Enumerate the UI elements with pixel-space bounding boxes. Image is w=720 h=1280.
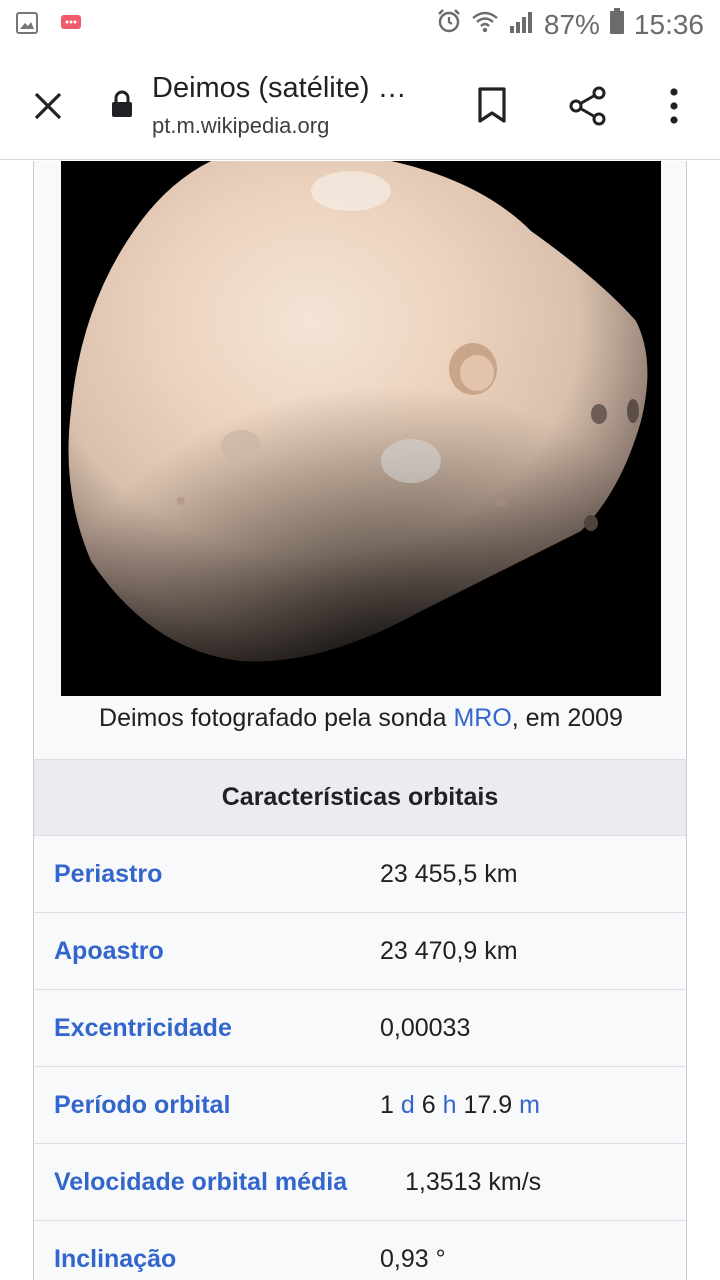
browser-toolbar: Deimos (satélite) … pt.m.wikipedia.org: [0, 50, 720, 160]
infobox-row: Período orbital 1 d 6 h 17.9 m: [34, 1067, 686, 1144]
more-vert-icon: [670, 88, 678, 124]
row-label-link[interactable]: Período orbital: [54, 1067, 230, 1143]
image-caption: Deimos fotografado pela sonda MRO, em 20…: [34, 704, 688, 733]
battery-icon: [609, 8, 624, 41]
battery-percent: 87%: [543, 8, 600, 40]
row-label-link[interactable]: Inclinação: [54, 1221, 176, 1280]
row-label-link[interactable]: Velocidade orbital média: [54, 1144, 347, 1220]
infobox-row: Periastro 23 455,5 km: [34, 836, 686, 913]
infobox-row: Inclinação 0,93 °: [34, 1221, 686, 1280]
row-value-period: 1 d 6 h 17.9 m: [380, 1067, 540, 1143]
period-minutes-number: 17.9: [463, 1090, 513, 1119]
infobox-row: Excentricidade 0,00033: [34, 990, 686, 1067]
minute-unit-link[interactable]: m: [519, 1091, 540, 1120]
infobox: Deimos fotografado pela sonda MRO, em 20…: [33, 161, 687, 1280]
mro-link[interactable]: MRO: [453, 704, 511, 732]
row-label-link[interactable]: Periastro: [54, 836, 162, 912]
period-hours-number: 6: [421, 1090, 436, 1119]
close-button[interactable]: [22, 80, 74, 132]
row-label-link[interactable]: Excentricidade: [54, 990, 232, 1066]
lock-icon: [110, 90, 138, 120]
section-heading-orbital: Características orbitais: [34, 759, 686, 836]
deimos-photo[interactable]: [61, 161, 661, 696]
page-title[interactable]: Deimos (satélite) …: [152, 72, 407, 105]
caption-text-suffix: , em 2009: [511, 704, 623, 732]
clock: 15:36: [633, 8, 704, 40]
more-options-button[interactable]: [656, 82, 692, 130]
page-url[interactable]: pt.m.wikipedia.org: [152, 113, 329, 139]
row-value: 23 470,9 km: [380, 936, 518, 965]
alarm-icon: [436, 8, 462, 41]
share-button[interactable]: [564, 82, 612, 130]
infobox-row: Velocidade orbital média 1,3513 km/s: [34, 1144, 686, 1221]
share-icon: [569, 86, 606, 126]
wifi-icon: [472, 9, 498, 41]
row-value: 23 455,5 km: [380, 859, 518, 888]
close-icon: [34, 92, 62, 120]
row-value: 0,00033: [380, 1013, 471, 1042]
message-notification-icon: [60, 14, 82, 37]
day-unit-link[interactable]: d: [401, 1091, 415, 1120]
status-bar: 87% 15:36: [0, 0, 720, 50]
signal-icon: [508, 9, 534, 41]
caption-text-prefix: Deimos fotografado pela sonda: [99, 704, 454, 732]
page-content: Deimos fotografado pela sonda MRO, em 20…: [0, 161, 720, 1280]
row-value: 0,93 °: [380, 1244, 446, 1273]
bookmark-button[interactable]: [470, 82, 514, 128]
row-label-link[interactable]: Apoastro: [54, 913, 164, 989]
bookmark-icon: [478, 87, 506, 123]
image-notification-icon: [16, 12, 38, 39]
period-days-number: 1: [380, 1090, 394, 1119]
row-value: 1,3513 km/s: [405, 1167, 542, 1196]
infobox-row: Apoastro 23 470,9 km: [34, 913, 686, 990]
hour-unit-link[interactable]: h: [443, 1091, 457, 1120]
